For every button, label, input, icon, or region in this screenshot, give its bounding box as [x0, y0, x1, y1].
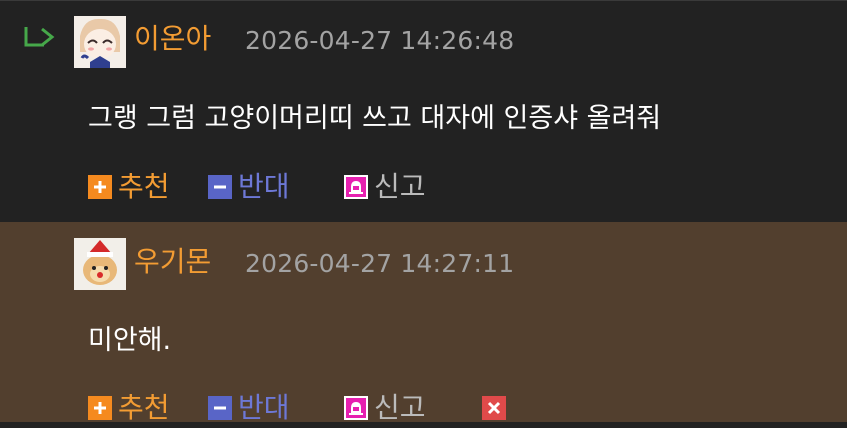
upvote-label: 추천: [118, 391, 170, 424]
downvote-button[interactable]: 반대: [208, 167, 290, 207]
plus-icon: [88, 396, 112, 420]
avatar-image: [74, 238, 126, 290]
avatar-image: [74, 16, 126, 68]
reply-arrow-icon: [24, 27, 55, 47]
siren-icon: [344, 396, 368, 420]
nickname[interactable]: 이온아: [134, 25, 211, 53]
nickname[interactable]: 우기몬: [134, 248, 211, 276]
minus-icon: [208, 175, 232, 199]
siren-icon: [344, 175, 368, 199]
upvote-label: 추천: [118, 170, 170, 203]
delete-button[interactable]: [482, 388, 512, 428]
downvote-label: 반대: [238, 391, 290, 424]
upvote-button[interactable]: 추천: [88, 167, 170, 207]
upvote-button[interactable]: 추천: [88, 388, 170, 428]
report-button[interactable]: 신고: [344, 167, 426, 207]
comment-actions: 추천 반대 신고: [0, 388, 847, 428]
report-label: 신고: [374, 391, 426, 424]
comment-actions: 추천 반대 신고: [0, 167, 847, 207]
comment-text: 그랭 그럼 고양이머리띠 쓰고 대자에 인증샤 올려줘: [88, 103, 662, 134]
downvote-button[interactable]: 반대: [208, 388, 290, 428]
downvote-label: 반대: [238, 170, 290, 203]
minus-icon: [208, 396, 232, 420]
plus-icon: [88, 175, 112, 199]
timestamp: 2026-04-27 14:27:11: [245, 249, 515, 278]
avatar[interactable]: [74, 16, 126, 68]
report-button[interactable]: 신고: [344, 388, 426, 428]
reply-comment: 이온아 2026-04-27 14:26:48 그랭 그럼 고양이머리띠 쓰고 …: [0, 0, 847, 222]
comment-text: 미안해.: [88, 325, 172, 356]
comment: 우기몬 2026-04-27 14:27:11 미안해. 추천 반대 신고: [0, 222, 847, 422]
close-icon: [482, 396, 506, 420]
report-label: 신고: [374, 170, 426, 203]
timestamp: 2026-04-27 14:26:48: [245, 26, 515, 55]
avatar[interactable]: [74, 238, 126, 290]
